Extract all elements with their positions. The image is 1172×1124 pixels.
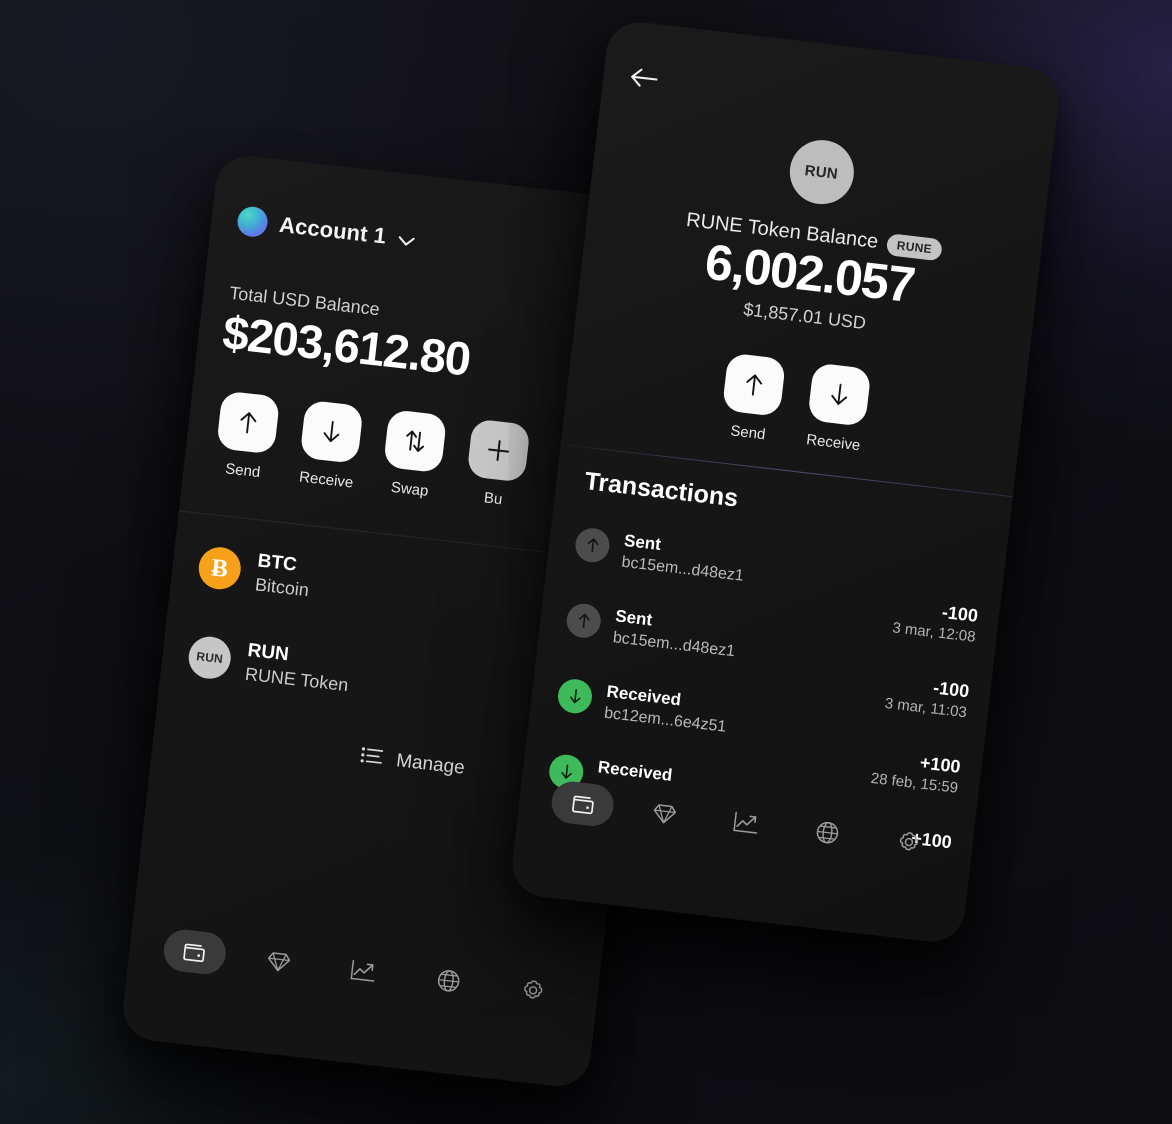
nav-item-nft[interactable] bbox=[246, 937, 312, 986]
bitcoin-glyph: Ƀ bbox=[209, 554, 230, 583]
gear-icon bbox=[519, 976, 547, 1004]
diamond-icon bbox=[651, 800, 678, 826]
list-item[interactable]: Ƀ BTC Bitcoin bbox=[196, 543, 599, 634]
nav-item-settings[interactable] bbox=[500, 965, 566, 1014]
list-icon bbox=[359, 746, 384, 770]
wallet-icon bbox=[181, 939, 208, 964]
rune-icon: RUN bbox=[785, 136, 857, 208]
nav-item-browser[interactable] bbox=[794, 808, 860, 857]
send-action[interactable]: Send bbox=[213, 390, 281, 482]
nav-item-wallet[interactable] bbox=[549, 779, 616, 829]
arrow-up-icon bbox=[721, 352, 786, 417]
token-name: Bitcoin bbox=[254, 574, 311, 601]
send-action[interactable]: Send bbox=[718, 352, 786, 445]
arrow-down-icon bbox=[556, 677, 594, 716]
rune-glyph: RUN bbox=[803, 161, 839, 183]
gradient-avatar bbox=[235, 205, 270, 239]
quick-actions: Send Receive Swap Bu bbox=[213, 390, 531, 510]
arrow-down-icon bbox=[806, 362, 872, 427]
token-hero: RUN RUNE Token Balance RUNE 6,002.057 $1… bbox=[577, 114, 1051, 353]
rune-glyph: RUN bbox=[195, 649, 224, 667]
swap-action[interactable]: Swap bbox=[380, 409, 448, 501]
swap-action-label: Swap bbox=[390, 478, 430, 500]
wallet-icon bbox=[569, 791, 596, 816]
globe-icon bbox=[814, 818, 842, 846]
diamond-icon bbox=[265, 948, 292, 974]
chevron-down-icon[interactable] bbox=[397, 235, 416, 247]
account-name: Account 1 bbox=[278, 211, 388, 249]
arrow-left-icon[interactable] bbox=[628, 65, 660, 90]
send-action-label: Send bbox=[729, 422, 767, 444]
receive-action[interactable]: Receive bbox=[804, 362, 872, 454]
bitcoin-icon: Ƀ bbox=[196, 545, 243, 592]
screen-root: Account 1 Total USD Balance $203,612.80 … bbox=[0, 0, 1172, 1124]
receive-action-label: Receive bbox=[298, 468, 355, 492]
arrow-down-icon bbox=[299, 399, 364, 464]
send-action-label: Send bbox=[224, 460, 262, 482]
plus-icon bbox=[466, 418, 531, 483]
nav-item-markets[interactable] bbox=[331, 946, 397, 995]
swap-arrows-icon bbox=[383, 409, 448, 474]
token-detail-card: RUN RUNE Token Balance RUNE 6,002.057 $1… bbox=[508, 18, 1063, 946]
gear-icon bbox=[895, 828, 923, 856]
buy-action-label: Bu bbox=[483, 489, 504, 509]
buy-action[interactable]: Bu bbox=[463, 418, 531, 511]
arrow-up-icon bbox=[573, 526, 612, 565]
nav-item-settings[interactable] bbox=[876, 817, 942, 866]
nav-item-markets[interactable] bbox=[713, 798, 779, 847]
globe-icon bbox=[435, 966, 463, 994]
bottom-nav bbox=[128, 924, 600, 1018]
nav-item-nft[interactable] bbox=[631, 789, 697, 838]
receive-action-label: Receive bbox=[805, 431, 862, 455]
trending-chart-icon bbox=[731, 810, 760, 836]
transactions-heading: Transactions bbox=[583, 467, 740, 513]
transaction-info: Sent bc15em...d48ez1 bbox=[573, 524, 748, 587]
manage-label: Manage bbox=[395, 750, 466, 779]
rune-icon: RUN bbox=[186, 634, 233, 682]
receive-action[interactable]: Receive bbox=[296, 399, 364, 492]
trending-chart-icon bbox=[349, 958, 378, 984]
nav-item-wallet[interactable] bbox=[161, 927, 228, 977]
arrow-up-icon bbox=[564, 601, 603, 640]
list-item[interactable]: RUN RUN RUNE Token bbox=[186, 633, 589, 724]
account-selector[interactable]: Account 1 bbox=[235, 205, 417, 255]
nav-item-browser[interactable] bbox=[415, 956, 481, 1005]
arrow-up-icon bbox=[216, 390, 281, 455]
